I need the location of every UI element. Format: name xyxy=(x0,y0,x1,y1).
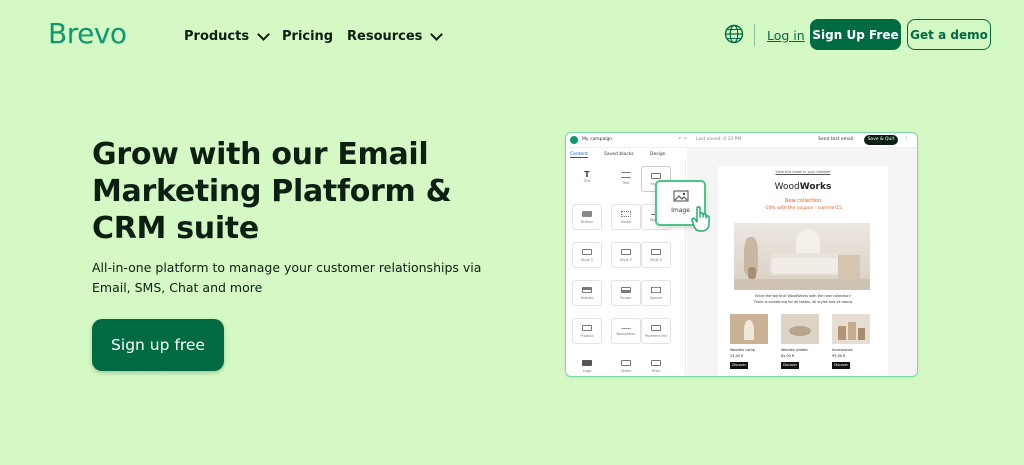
send-test-button: Send test email xyxy=(818,137,854,142)
more-icon: ⋮ xyxy=(904,136,909,141)
block-footer: Footer xyxy=(611,280,641,306)
nav-pricing-label: Pricing xyxy=(282,29,334,44)
product-price: 8x,00 € xyxy=(781,354,795,358)
block-social: Social xyxy=(611,204,641,230)
block-title: T Title xyxy=(583,170,591,183)
mockup-tabs: Content Saved blocks Design xyxy=(566,148,686,160)
globe-icon[interactable] xyxy=(724,24,744,44)
block-navigation: Navigation xyxy=(611,318,641,344)
tab-saved-blocks: Saved blocks xyxy=(604,152,634,157)
block-logo: Logo xyxy=(572,354,602,376)
login-link[interactable]: Log in xyxy=(767,28,805,43)
block-spacer: Spacer xyxy=(641,280,671,306)
editor-mockup: My campaign ↶ ↷ Last saved: 4:20 PM Send… xyxy=(565,132,918,377)
product-image xyxy=(832,314,870,344)
product-name: Accessories xyxy=(832,348,853,352)
get-demo-button[interactable]: Get a demo xyxy=(907,19,991,50)
save-quit-button: Save & Quit xyxy=(864,135,898,145)
block-html: Html xyxy=(641,354,671,376)
last-saved: Last saved: 4:20 PM xyxy=(696,137,742,142)
image-icon xyxy=(673,190,688,202)
product-price: 95,00 € xyxy=(832,354,846,358)
block-product: Product xyxy=(572,318,602,344)
discover-button: Discover xyxy=(781,362,799,369)
hand-cursor-icon xyxy=(691,206,710,232)
block-payment-link: Payment link xyxy=(641,318,671,344)
nav-pricing[interactable]: Pricing xyxy=(282,29,333,44)
email-preview: View this email in your browser WoodWork… xyxy=(718,166,888,376)
nav-resources[interactable]: Resources xyxy=(347,27,444,44)
product-price: 23,00 € xyxy=(730,354,744,358)
email-headline: New collection xyxy=(784,198,822,204)
block-style-3: Style 3 xyxy=(641,242,671,268)
mockup-toolbar: My campaign ↶ ↷ Last saved: 4:20 PM Send… xyxy=(566,133,917,148)
email-body-1: Enter the world of WoodWorks with the ne… xyxy=(754,294,852,298)
email-body-2: There is something for all tastes, all s… xyxy=(753,300,853,304)
brevo-logo[interactable]: Brevo xyxy=(48,17,127,50)
email-brand: WoodWorks xyxy=(774,182,832,192)
undo-redo-icon: ↶ ↷ xyxy=(678,137,687,142)
email-promo: -10% with the coupon : summer15 xyxy=(763,206,843,211)
chevron-down-icon xyxy=(257,27,270,41)
discover-button: Discover xyxy=(730,362,748,369)
product-name: Wooden platter xyxy=(781,348,808,352)
block-video: Video xyxy=(611,354,641,376)
product-image xyxy=(730,314,768,344)
hero-title: Grow with our Email Marketing Platform &… xyxy=(92,137,452,246)
nav-products-label: Products xyxy=(184,29,250,44)
hero-signup-button[interactable]: Sign up free xyxy=(92,319,224,371)
tab-design: Design xyxy=(650,152,666,157)
brevo-badge-icon xyxy=(570,136,578,144)
block-button: Button xyxy=(572,204,602,230)
hero-image xyxy=(734,223,870,290)
tab-content: Content xyxy=(570,152,588,158)
nav-resources-label: Resources xyxy=(347,29,423,44)
nav-divider xyxy=(754,24,755,46)
view-online-link: View this email in your browser xyxy=(775,170,831,174)
product-image xyxy=(781,314,819,344)
product-name: Wooden Lamp xyxy=(730,348,755,352)
signup-button[interactable]: Sign Up Free xyxy=(810,19,901,50)
discover-button: Discover xyxy=(832,362,850,369)
chevron-down-icon xyxy=(430,27,444,41)
hero-subtitle: All-in-one platform to manage your custo… xyxy=(92,260,482,295)
nav-products[interactable]: Products xyxy=(184,27,270,44)
campaign-name: My campaign xyxy=(582,137,613,142)
top-navigation: Brevo Products Pricing Resources Log in … xyxy=(0,0,1024,70)
block-style-2: Style 2 xyxy=(611,242,641,268)
block-text: Text xyxy=(611,166,641,192)
block-header: Header xyxy=(572,280,602,306)
block-style-1: Style 1 xyxy=(572,242,602,268)
email-canvas: View this email in your browser WoodWork… xyxy=(687,148,917,376)
